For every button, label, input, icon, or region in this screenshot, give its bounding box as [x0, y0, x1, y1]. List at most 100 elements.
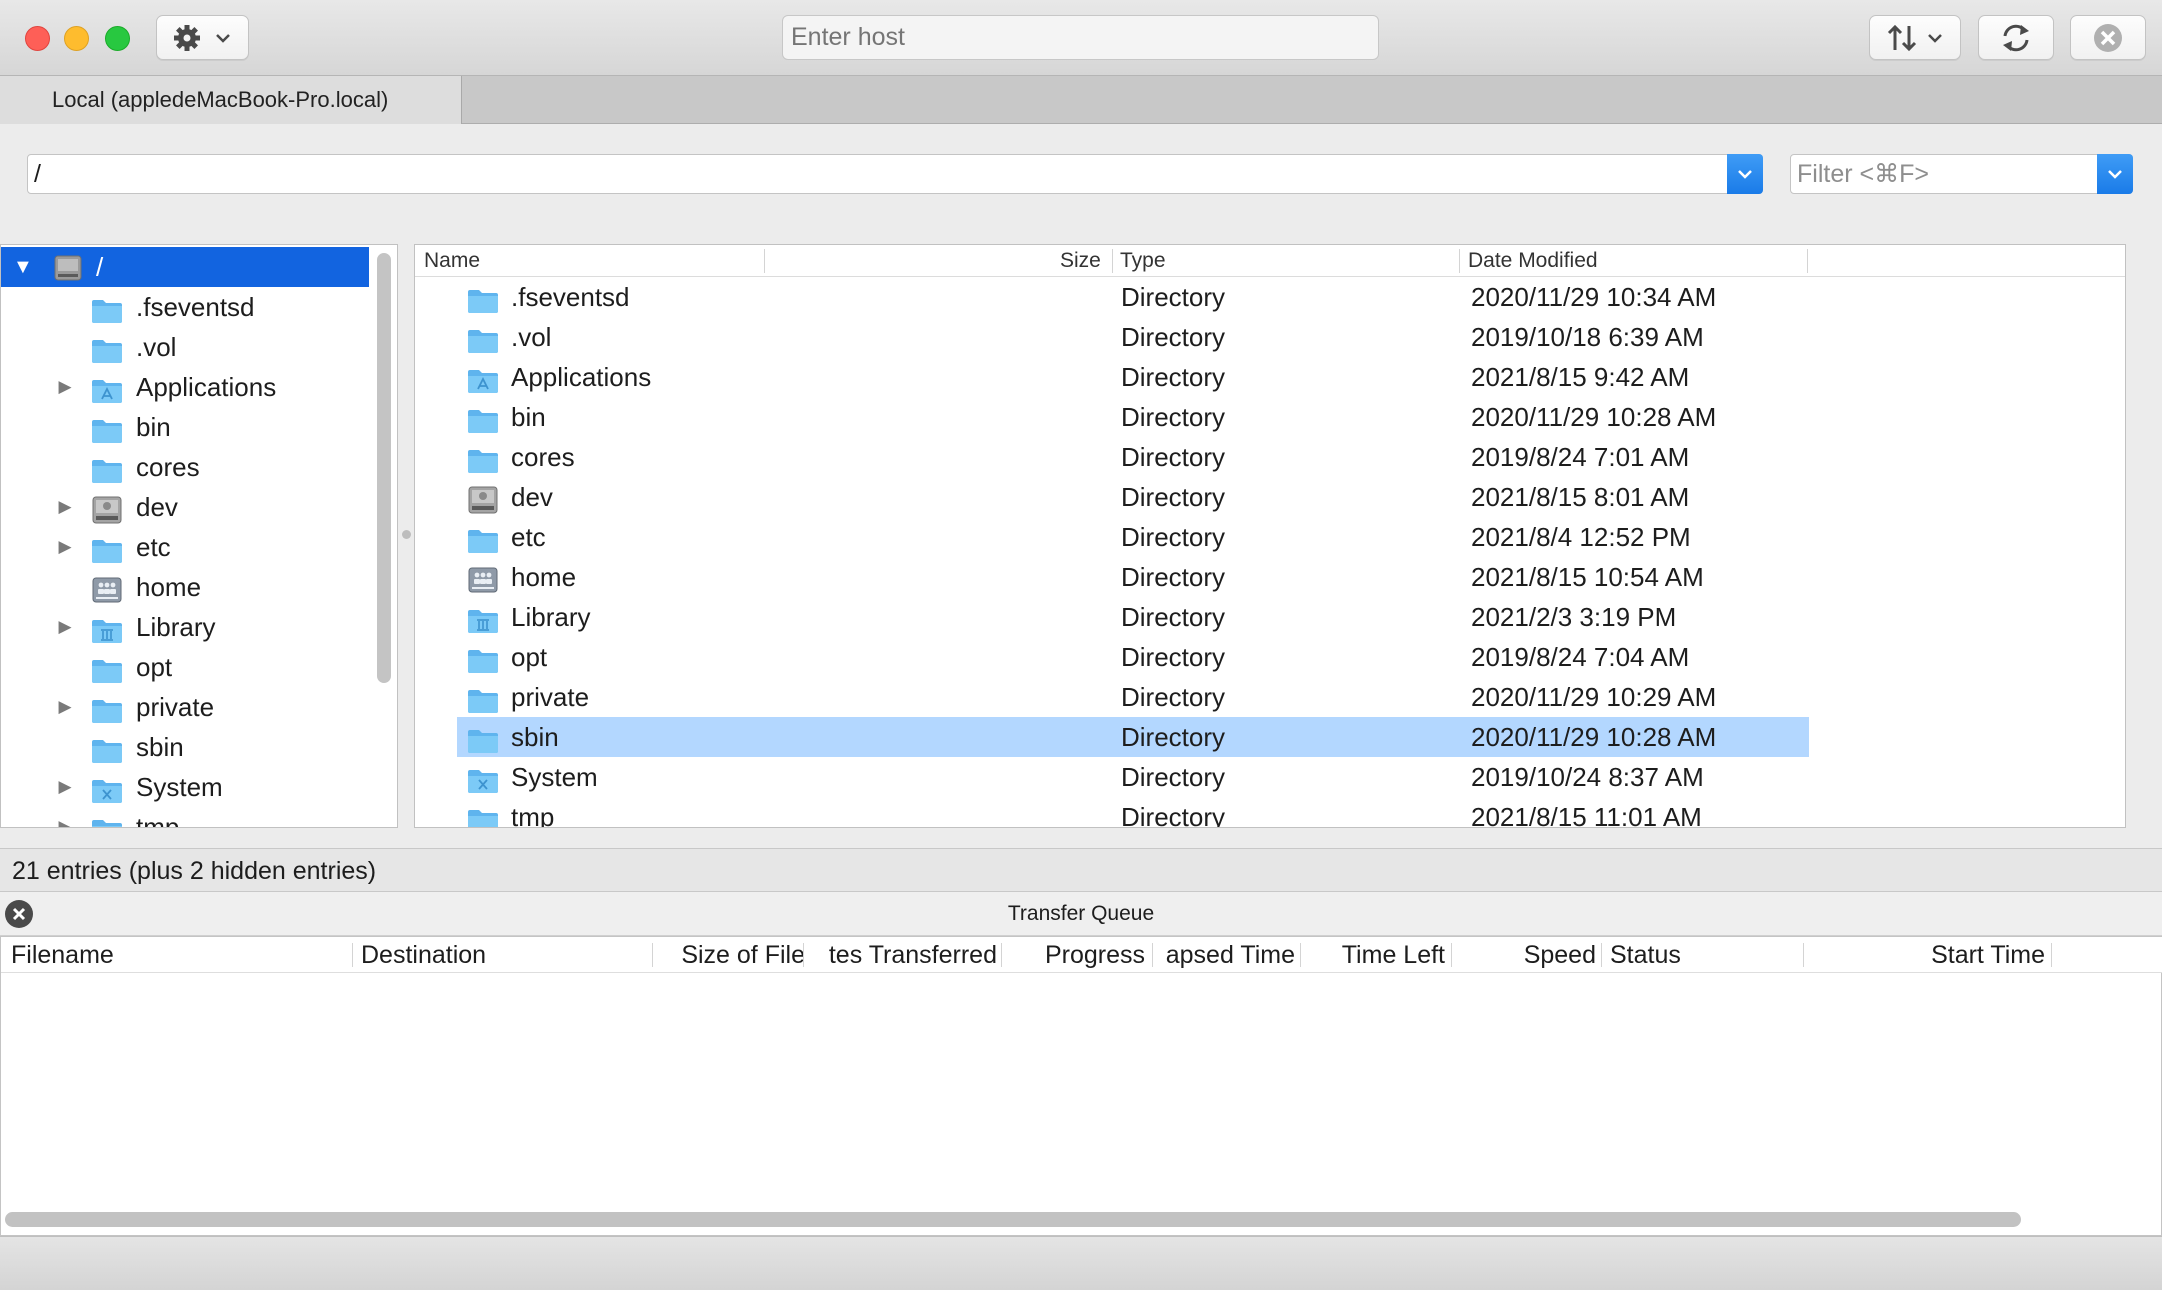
tree-item-label: tmp [136, 812, 180, 828]
file-name: opt [511, 642, 548, 672]
column-header-elapsed-time[interactable]: apsed Time [1153, 937, 1295, 972]
file-name: home [511, 562, 577, 592]
file-row[interactable]: home Directory 2021/8/15 10:54 AM [457, 557, 1809, 597]
disclosure-collapsed-icon[interactable]: ▶ [56, 487, 74, 527]
disconnect-button[interactable] [2070, 15, 2146, 60]
disclosure-collapsed-icon[interactable]: ▶ [56, 367, 74, 407]
file-row[interactable]: dev Directory 2021/8/15 8:01 AM [457, 477, 1809, 517]
disclosure-collapsed-icon[interactable]: ▶ [56, 687, 74, 727]
file-type: Directory [1121, 442, 1226, 472]
tree-item[interactable]: ▶ tmp [1, 807, 369, 828]
file-row[interactable]: etc Directory 2021/8/4 12:52 PM [457, 517, 1809, 557]
file-row[interactable]: System Directory 2019/10/24 8:37 AM [457, 757, 1809, 797]
column-header-time-left[interactable]: Time Left [1303, 937, 1445, 972]
tree-item[interactable]: ▶ dev [1, 487, 369, 527]
tree-item-label: System [136, 772, 223, 802]
tree-item-label: home [136, 572, 202, 602]
tree-item-label: etc [136, 532, 171, 562]
transfer-queue-horizontal-scrollbar[interactable] [5, 1212, 2021, 1227]
disclosure-expanded-icon[interactable]: ▼ [13, 247, 33, 287]
file-row[interactable]: Applications Directory 2021/8/15 9:42 AM [457, 357, 1809, 397]
file-name: dev [511, 482, 553, 512]
disclosure-collapsed-icon[interactable]: ▶ [56, 607, 74, 647]
disclosure-collapsed-icon[interactable]: ▶ [56, 527, 74, 567]
file-name: .vol [511, 322, 552, 352]
column-header-speed[interactable]: Speed [1456, 937, 1596, 972]
tree-item[interactable]: opt [1, 647, 369, 687]
tree-item[interactable]: ▶ private [1, 687, 369, 727]
file-name: Library [511, 602, 591, 632]
pane-splitter-handle[interactable] [402, 530, 411, 539]
path-dropdown-button[interactable] [1727, 154, 1763, 194]
tree-item[interactable]: .fseventsd [1, 287, 369, 327]
path-value[interactable]: / [34, 155, 41, 193]
file-row[interactable]: private Directory 2020/11/29 10:29 AM [457, 677, 1809, 717]
tree-item[interactable]: .vol [1, 327, 369, 367]
tab-local[interactable]: Local (appledeMacBook-Pro.local) [0, 76, 462, 124]
zoom-window-button[interactable] [105, 26, 130, 51]
filter-input[interactable] [1791, 155, 2091, 193]
file-row[interactable]: cores Directory 2019/8/24 7:01 AM [457, 437, 1809, 477]
bottom-bar [0, 1236, 2162, 1290]
file-type: Directory [1121, 282, 1226, 312]
disclosure-collapsed-icon[interactable]: ▶ [56, 807, 74, 827]
tree-item-label: / [96, 252, 104, 282]
close-window-button[interactable] [25, 26, 50, 51]
file-row[interactable]: tmp Directory 2021/8/15 11:01 AM [457, 797, 1809, 827]
host-input[interactable] [782, 15, 1379, 60]
file-name: Applications [511, 362, 652, 392]
file-row[interactable]: bin Directory 2020/11/29 10:28 AM [457, 397, 1809, 437]
transfer-mode-button[interactable] [1869, 15, 1961, 60]
file-date-modified: 2021/2/3 3:19 PM [1471, 602, 1677, 632]
column-header-bytes-transferred[interactable]: tes Transferred [807, 937, 997, 972]
tree-item[interactable]: sbin [1, 727, 369, 767]
file-date-modified: 2020/11/29 10:34 AM [1471, 282, 1717, 312]
file-type: Directory [1121, 522, 1226, 552]
tree-item-label: Applications [136, 372, 277, 402]
tree-item[interactable]: ▶ Library [1, 607, 369, 647]
tree-item-label: dev [136, 492, 178, 522]
column-header-progress[interactable]: Progress [1005, 937, 1145, 972]
minimize-window-button[interactable] [64, 26, 89, 51]
file-date-modified: 2019/8/24 7:04 AM [1471, 642, 1690, 672]
filter-combobox[interactable] [1790, 154, 2133, 194]
column-header-type[interactable]: Type [1120, 245, 1166, 277]
file-type: Directory [1121, 562, 1226, 592]
file-row[interactable]: sbin Directory 2020/11/29 10:28 AM [457, 717, 1809, 757]
file-name: System [511, 762, 598, 792]
chevron-down-icon [1738, 170, 1752, 179]
file-row[interactable]: .vol Directory 2019/10/18 6:39 AM [457, 317, 1809, 357]
tree-item-label: cores [136, 452, 200, 482]
file-date-modified: 2021/8/4 12:52 PM [1471, 522, 1691, 552]
column-header-filename[interactable]: Filename [11, 937, 351, 972]
file-date-modified: 2019/8/24 7:01 AM [1471, 442, 1690, 472]
file-row[interactable]: .fseventsd Directory 2020/11/29 10:34 AM [457, 277, 1809, 317]
path-combobox[interactable]: / [27, 154, 1763, 194]
file-row[interactable]: opt Directory 2019/8/24 7:04 AM [457, 637, 1809, 677]
tree-item[interactable]: home [1, 567, 369, 607]
tree-item[interactable]: bin [1, 407, 369, 447]
file-type: Directory [1121, 362, 1226, 392]
tree-item[interactable]: ▶ etc [1, 527, 369, 567]
filter-dropdown-button[interactable] [2097, 154, 2133, 194]
tree-item[interactable]: ▶ System [1, 767, 369, 807]
column-header-status[interactable]: Status [1610, 937, 1800, 972]
column-header-name[interactable]: Name [424, 245, 480, 277]
column-header-start-time[interactable]: Start Time [1807, 937, 2045, 972]
refresh-button[interactable] [1978, 15, 2054, 60]
sort-arrows-icon [1887, 24, 1917, 51]
column-header-size-of-file[interactable]: Size of File [663, 937, 805, 972]
tree-item[interactable]: ▶ Applications [1, 367, 369, 407]
column-header-destination[interactable]: Destination [361, 937, 651, 972]
tree-item-root[interactable]: ▼ / [1, 247, 369, 287]
tree-item[interactable]: cores [1, 447, 369, 487]
transfer-queue-title: Transfer Queue [1007, 902, 1155, 925]
file-row[interactable]: Library Directory 2021/2/3 3:19 PM [457, 597, 1809, 637]
action-menu-button[interactable] [156, 15, 249, 60]
close-queue-button[interactable] [5, 900, 33, 928]
disclosure-collapsed-icon[interactable]: ▶ [56, 767, 74, 807]
column-header-date-modified[interactable]: Date Modified [1468, 245, 1598, 277]
column-header-size[interactable]: Size [1060, 245, 1101, 277]
tree-scrollbar[interactable] [377, 253, 391, 683]
file-name: private [511, 682, 590, 712]
